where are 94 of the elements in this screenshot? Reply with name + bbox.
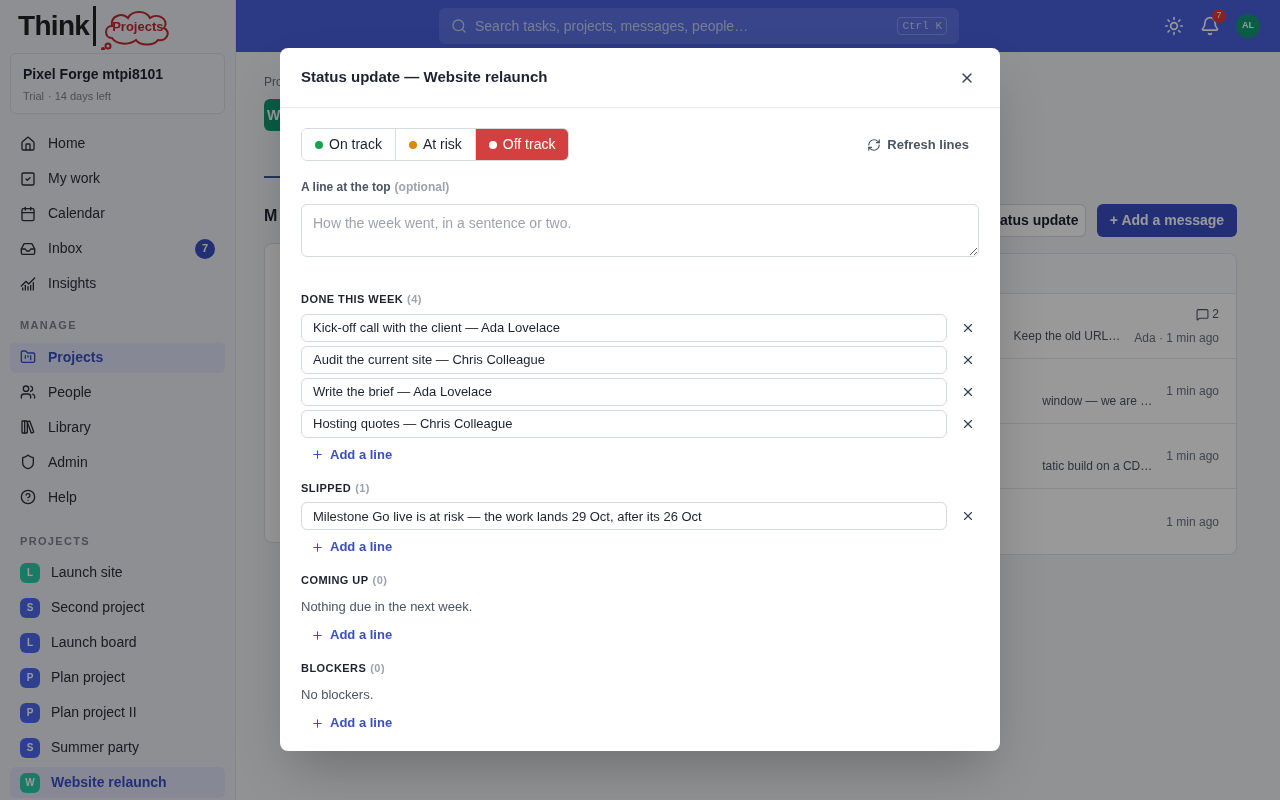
- page-heading: M: [264, 206, 279, 226]
- nav-item[interactable]: People: [10, 376, 225, 408]
- section-title: COMING UP: [301, 573, 369, 588]
- projects-icon: [20, 349, 36, 365]
- project-avatar: P: [20, 667, 40, 688]
- project-item[interactable]: L Launch board: [10, 627, 225, 658]
- message-snippet: Keep the old URL…: [1013, 328, 1121, 345]
- project-item[interactable]: L Launch site: [10, 557, 225, 588]
- help-icon: [20, 489, 36, 505]
- logo-text: Projects: [111, 18, 164, 37]
- message-meta: 1 min ago: [1166, 513, 1219, 531]
- line-field[interactable]: Audit the current site — Chris Colleague: [301, 345, 947, 374]
- project-item[interactable]: S Summer party: [10, 732, 225, 763]
- notification-badge: 7: [1212, 9, 1226, 23]
- plus-icon: [311, 448, 324, 461]
- section-count: (0): [372, 573, 388, 588]
- line-field[interactable]: Kick-off call with the client — Ada Lovelace: [301, 313, 947, 342]
- add-message-button[interactable]: + Add a message: [1097, 204, 1237, 237]
- workspace-name: Pixel Forge mtpi8101: [23, 65, 165, 84]
- insights-icon: [20, 275, 36, 292]
- line-field[interactable]: Hosting quotes — Chris Colleague: [301, 409, 947, 438]
- message-snippet: tatic build on a CD…: [1042, 458, 1153, 475]
- add-line-button[interactable]: Add a line: [311, 536, 393, 558]
- section-title: BLOCKERS: [301, 661, 367, 676]
- user-avatar[interactable]: AL: [1236, 14, 1260, 38]
- add-line-button[interactable]: Add a line: [311, 443, 393, 466]
- nav-item[interactable]: Library: [10, 411, 225, 443]
- section-heading: MANAGE: [19, 318, 78, 333]
- refresh-button[interactable]: Refresh lines: [867, 134, 969, 155]
- project-avatar: W: [20, 772, 40, 793]
- section-heading: PROJECTS: [19, 533, 91, 549]
- line-field[interactable]: Write the brief — Ada Lovelace: [301, 377, 947, 406]
- home-icon: [20, 135, 36, 152]
- message-snippet: window — we are …: [1042, 393, 1153, 410]
- line-field[interactable]: Milestone Go live is at risk — the work lands 29 Oct, after its 26 Oct: [301, 502, 947, 530]
- add-line-button[interactable]: Add a line: [311, 712, 393, 734]
- project-item[interactable]: P Plan project II: [10, 697, 225, 728]
- trial-remaining: · 14 days left: [48, 89, 111, 104]
- nav-item[interactable]: Projects: [10, 341, 225, 373]
- plan-label: Trial: [23, 89, 44, 104]
- comment-count: 2: [1212, 306, 1219, 323]
- optional-hint: (optional): [394, 179, 450, 196]
- add-line-button[interactable]: Add a line: [311, 624, 393, 646]
- summary-field[interactable]: How the week went, in a sentence or two.: [301, 204, 979, 257]
- section-title: SLIPPED: [301, 480, 352, 496]
- status-update-button[interactable]: atus update: [1000, 204, 1086, 237]
- close-icon: [961, 509, 975, 523]
- plus-icon: [311, 628, 324, 642]
- project-item[interactable]: W Website relaunch: [10, 767, 225, 798]
- logo-word: Think: [18, 9, 90, 43]
- nav-item[interactable]: Calendar: [10, 198, 225, 229]
- nav-item[interactable]: My work: [10, 163, 225, 194]
- empty-note: No blockers.: [301, 685, 375, 704]
- work-icon: [20, 170, 36, 187]
- message-meta: Ada · 1 min ago: [1134, 330, 1219, 347]
- message-meta: 1 min ago: [1166, 448, 1219, 465]
- project-tile: W: [264, 99, 280, 131]
- section-count: (4): [407, 292, 422, 307]
- section-count: (0): [370, 661, 385, 676]
- project-avatar: S: [20, 737, 40, 758]
- nav-item[interactable]: Admin: [10, 446, 225, 478]
- field-label: A line at the top: [301, 179, 391, 196]
- inbox-icon: [20, 240, 36, 257]
- nav-item[interactable]: Inbox 7: [10, 233, 225, 264]
- dialog-title: Status update — Website relaunch: [301, 67, 549, 88]
- nav-item[interactable]: Help: [10, 481, 225, 513]
- count-badge: 7: [195, 238, 215, 259]
- section-count: (1): [355, 480, 370, 496]
- calendar-icon: [20, 205, 36, 222]
- empty-note: Nothing due in the next week.: [301, 597, 474, 616]
- section-title: DONE THIS WEEK: [301, 292, 404, 307]
- project-item[interactable]: S Second project: [10, 592, 225, 623]
- nav-item[interactable]: Insights: [10, 268, 225, 299]
- admin-icon: [20, 454, 36, 470]
- plus-icon: [311, 716, 324, 730]
- search-icon: [451, 18, 467, 34]
- project-avatar: L: [20, 562, 40, 583]
- project-avatar: S: [20, 597, 40, 618]
- project-avatar: L: [20, 632, 40, 653]
- workspace-card[interactable]: Pixel Forge mtpi8101 Trial · 14 days left: [10, 53, 225, 114]
- project-avatar: P: [20, 702, 40, 723]
- plus-icon: [311, 540, 324, 554]
- message-meta: 1 min ago: [1166, 383, 1219, 400]
- notifications-icon[interactable]: [1200, 16, 1220, 36]
- people-icon: [20, 384, 36, 400]
- shortcut-hint: Ctrl K: [897, 16, 947, 36]
- status-option[interactable]: Off track: [474, 129, 569, 160]
- theme-icon[interactable]: [1164, 16, 1184, 36]
- project-item[interactable]: P Plan project: [10, 662, 225, 693]
- search-field[interactable]: Search tasks, projects, messages, people…: [475, 15, 890, 37]
- nav-item[interactable]: Home: [10, 128, 225, 159]
- comment-icon: [1196, 307, 1210, 321]
- library-icon: [20, 419, 36, 435]
- refresh-icon: [867, 137, 882, 152]
